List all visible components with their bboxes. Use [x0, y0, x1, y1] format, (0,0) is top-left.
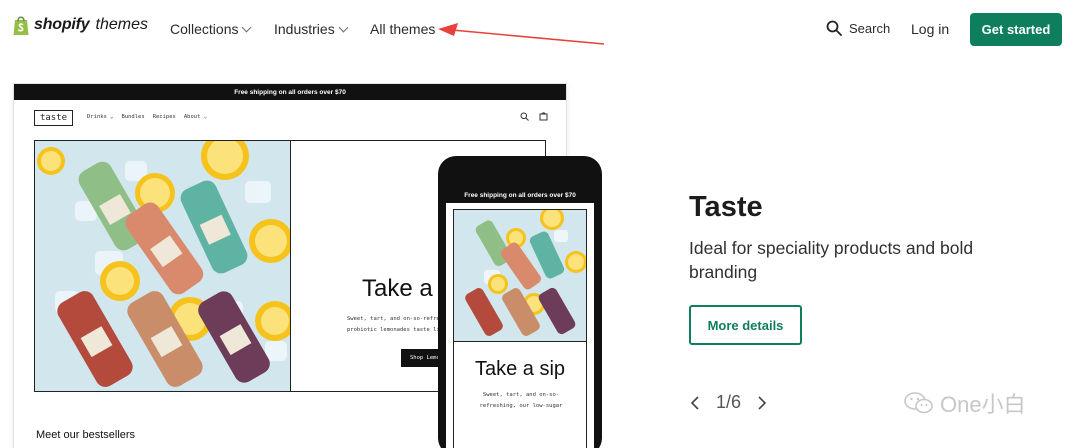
nav-industries[interactable]: Industries — [274, 21, 349, 37]
chevron-left-icon — [690, 395, 699, 410]
nav-industries-label: Industries — [274, 21, 335, 37]
watermark: One小白 — [904, 387, 1026, 419]
preview-section-title: Meet our bestsellers — [36, 429, 136, 441]
search-label: Search — [849, 20, 891, 36]
search-icon — [826, 20, 842, 36]
nav-collections-label: Collections — [170, 21, 239, 37]
search-button[interactable]: Search — [826, 20, 890, 36]
mobile-hero-body-line: refreshing, our low-sugar — [479, 403, 563, 409]
mobile-screen: Free shipping on all orders over $70 tas… — [446, 187, 594, 448]
preview-menu-item: About ⌄ — [183, 114, 208, 120]
preview-shipping-banner: Free shipping on all orders over $70 — [14, 84, 566, 100]
watermark-text: One小白 — [940, 392, 1026, 417]
logo-wordmark-light: themes — [95, 16, 148, 33]
previous-theme-button[interactable] — [688, 393, 702, 413]
logo-wordmark-bold: shopify — [34, 16, 90, 33]
more-details-button[interactable]: More details — [689, 305, 802, 345]
mobile-hero: Take a sip Sweet, tart, and on-so- refre… — [453, 209, 587, 448]
chevron-right-icon — [758, 395, 767, 410]
nav-all-themes-label: All themes — [370, 21, 436, 37]
top-nav: shopify themes Collections Industries Al… — [0, 0, 1080, 58]
mobile-hero-body-line: Sweet, tart, and on-so- — [482, 392, 560, 398]
lemonade-bottles-image — [35, 141, 291, 391]
shopify-themes-logo[interactable]: shopify themes — [12, 14, 148, 36]
get-started-button[interactable]: Get started — [970, 13, 1062, 46]
pager-count: 1/6 — [716, 392, 742, 412]
preview-menu-item: Recipes — [152, 114, 176, 120]
nav-all-themes[interactable]: All themes — [370, 21, 435, 37]
theme-name: Taste — [689, 191, 763, 223]
wechat-icon — [904, 392, 933, 414]
mobile-hero-title: Take a sip — [474, 358, 566, 380]
preview-header: taste Drinks ⌄ Bundles Recipes About ⌄ — [14, 100, 566, 138]
preview-menu: Drinks ⌄ Bundles Recipes About ⌄ — [87, 114, 207, 120]
search-icon — [520, 112, 529, 121]
annotation-arrow-icon — [438, 23, 605, 45]
chevron-down-icon — [242, 22, 252, 32]
nav-collections[interactable]: Collections — [170, 21, 252, 37]
preview-menu-item: Bundles — [121, 114, 145, 120]
next-theme-button[interactable] — [755, 393, 769, 413]
preview-logo: taste — [34, 110, 73, 126]
mobile-theme-preview[interactable]: Free shipping on all orders over $70 tas… — [438, 156, 602, 448]
theme-description: Ideal for speciality products and bold b… — [689, 238, 974, 282]
preview-header-icons — [520, 112, 548, 121]
preview-hero-title: Take a — [362, 275, 433, 302]
theme-pager: 1/6 — [688, 392, 769, 413]
chevron-down-icon — [338, 22, 349, 32]
mobile-hero-body: Sweet, tart, and on-so- refreshing, our … — [468, 390, 574, 412]
cart-icon — [539, 112, 548, 121]
mobile-shipping-banner: Free shipping on all orders over $70 — [446, 187, 594, 203]
preview-menu-item: Drinks ⌄ — [87, 114, 114, 120]
login-link[interactable]: Log in — [911, 21, 949, 37]
lemonade-bottles-image — [454, 210, 586, 342]
shopify-bag-icon — [12, 14, 30, 36]
